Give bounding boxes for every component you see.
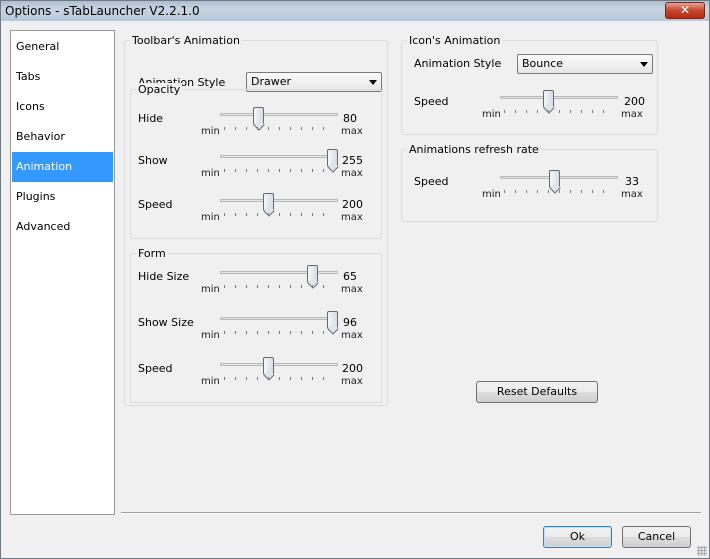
title-bar[interactable]: Options - sTabLauncher V2.2.1.0 ✕ xyxy=(1,1,709,21)
speed-label: Speed xyxy=(414,175,449,188)
min-label: min xyxy=(201,212,220,223)
max-label: max xyxy=(341,330,363,341)
close-icon: ✕ xyxy=(679,3,691,17)
slider-track xyxy=(220,363,338,366)
hide-value: 80 xyxy=(343,112,357,125)
nav-item-plugins[interactable]: Plugins xyxy=(12,182,113,212)
speed-value: 200 xyxy=(342,198,363,211)
options-body: General Tabs Icons Behavior Animation Pl… xyxy=(7,22,705,554)
nav-item-label: Advanced xyxy=(16,220,71,233)
icon-animation-style-select[interactable]: Bounce xyxy=(517,54,653,74)
slider-thumb[interactable] xyxy=(543,90,554,108)
slider-thumb[interactable] xyxy=(253,107,264,125)
reset-defaults-button[interactable]: Reset Defaults xyxy=(476,381,598,403)
min-label: min xyxy=(201,284,220,295)
nav-item-behavior[interactable]: Behavior xyxy=(12,122,113,152)
speed-label: Speed xyxy=(138,198,173,211)
slider-thumb[interactable] xyxy=(263,193,274,211)
slider-ticks xyxy=(224,127,334,130)
slider-track xyxy=(220,199,338,202)
slider-track xyxy=(220,155,338,158)
nav-item-label: General xyxy=(16,40,60,53)
min-label: min xyxy=(482,189,501,200)
speed-value: 200 xyxy=(624,95,645,108)
opacity-show-slider[interactable] xyxy=(220,148,338,172)
form-speed-slider[interactable] xyxy=(220,356,338,380)
show-size-value: 96 xyxy=(343,316,357,329)
group-title: Toolbar's Animation xyxy=(130,34,242,47)
slider-ticks xyxy=(224,169,334,172)
max-label: max xyxy=(341,212,363,223)
nav-item-animation[interactable]: Animation xyxy=(12,152,113,182)
nav-item-label: Plugins xyxy=(16,190,56,203)
close-button[interactable]: ✕ xyxy=(665,2,705,19)
nav-item-tabs[interactable]: Tabs xyxy=(12,62,113,92)
max-label: max xyxy=(621,189,643,200)
max-label: max xyxy=(621,109,643,120)
opacity-speed-slider[interactable] xyxy=(220,192,338,216)
min-label: min xyxy=(201,126,220,137)
animation-style-label: Animation Style xyxy=(414,57,502,70)
min-label: min xyxy=(201,376,220,387)
speed-label: Speed xyxy=(138,362,173,375)
show-size-label: Show Size xyxy=(138,316,194,329)
category-list: General Tabs Icons Behavior Animation Pl… xyxy=(10,30,115,515)
separator xyxy=(121,512,701,514)
chevron-down-icon xyxy=(640,62,648,67)
hide-label: Hide xyxy=(138,112,164,125)
nav-item-general[interactable]: General xyxy=(12,32,113,62)
min-label: min xyxy=(482,109,501,120)
nav-item-advanced[interactable]: Advanced xyxy=(12,212,113,242)
max-label: max xyxy=(341,168,363,179)
refresh-rate-group: Animations refresh rate Speed 33 min max xyxy=(401,143,658,222)
max-label: max xyxy=(341,376,363,387)
group-title: Icon's Animation xyxy=(407,34,503,47)
max-label: max xyxy=(341,126,363,137)
min-label: min xyxy=(201,330,220,341)
nav-item-label: Animation xyxy=(16,160,73,173)
speed-value: 33 xyxy=(625,175,639,188)
slider-thumb[interactable] xyxy=(263,357,274,375)
options-window: Options - sTabLauncher V2.2.1.0 ✕ Genera… xyxy=(0,0,710,559)
select-value: Drawer xyxy=(251,75,292,88)
ok-button[interactable]: Ok xyxy=(543,526,612,548)
slider-ticks xyxy=(224,377,334,380)
speed-label: Speed xyxy=(414,95,449,108)
slider-track xyxy=(500,96,618,99)
chevron-down-icon xyxy=(369,80,377,85)
slider-ticks xyxy=(504,110,614,113)
nav-item-icons[interactable]: Icons xyxy=(12,92,113,122)
toolbar-animation-group: Toolbar's Animation Animation Style Draw… xyxy=(124,34,388,406)
icon-animation-group: Icon's Animation Animation Style Bounce … xyxy=(401,34,658,135)
icon-speed-slider[interactable] xyxy=(500,89,618,113)
slider-ticks xyxy=(504,190,614,193)
form-group: Form Hide Size 65 min max Show Size 96 m… xyxy=(130,247,382,403)
slider-ticks xyxy=(224,213,334,216)
slider-ticks xyxy=(224,331,334,334)
group-title: Opacity xyxy=(136,83,183,96)
cancel-button[interactable]: Cancel xyxy=(622,526,691,548)
resize-grip-icon[interactable] xyxy=(697,546,707,556)
speed-value: 200 xyxy=(342,362,363,375)
hide-size-value: 65 xyxy=(343,270,357,283)
nav-item-label: Icons xyxy=(16,100,45,113)
group-title: Form xyxy=(136,247,168,260)
nav-item-label: Tabs xyxy=(16,70,41,83)
show-label: Show xyxy=(138,154,168,167)
nav-item-label: Behavior xyxy=(16,130,65,143)
hide-size-label: Hide Size xyxy=(138,270,190,283)
slider-ticks xyxy=(224,285,334,288)
show-value: 255 xyxy=(342,154,363,167)
min-label: min xyxy=(201,168,220,179)
max-label: max xyxy=(341,284,363,295)
window-title: Options - sTabLauncher V2.2.1.0 xyxy=(5,4,200,18)
slider-thumb[interactable] xyxy=(549,170,560,188)
opacity-group: Opacity Hide 80 min max Show 255 min max… xyxy=(130,83,382,239)
group-title: Animations refresh rate xyxy=(407,143,541,156)
select-value: Bounce xyxy=(522,57,564,70)
